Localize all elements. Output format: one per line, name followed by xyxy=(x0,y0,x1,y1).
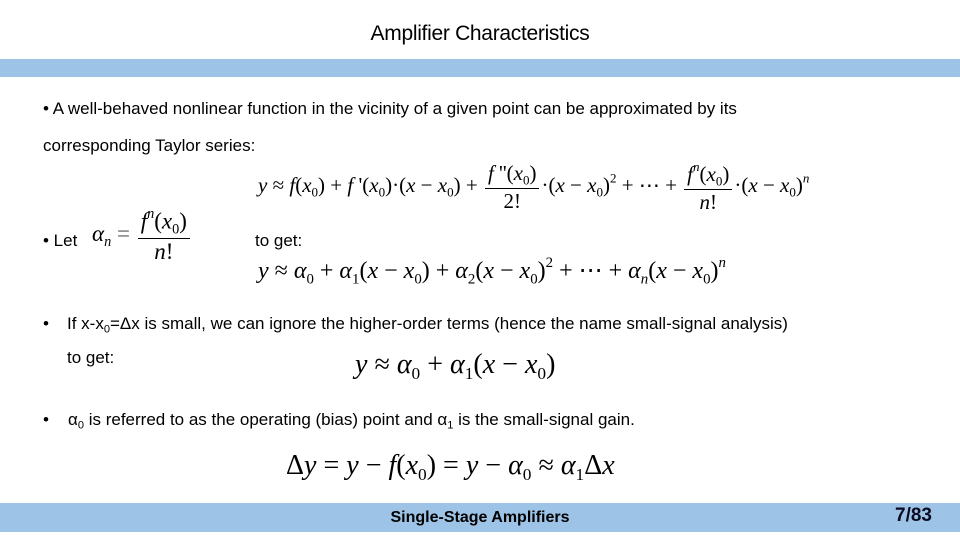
bullet-1-line-1: • A well-behaved nonlinear function in t… xyxy=(43,99,737,118)
bullet-4-end: is the small-signal gain. xyxy=(453,410,635,429)
bullet-3-line-2: to get: xyxy=(67,348,115,367)
bullet-4-marker: • xyxy=(43,410,49,429)
alpha-definition-equation: αn = fn(x0) n! xyxy=(92,206,192,266)
bullet-3-text-a: If x-x xyxy=(67,314,104,333)
page-number: 7/83 xyxy=(895,505,932,526)
slide-title: Amplifier Characteristics xyxy=(370,22,590,45)
bullet-3-text-b: =Δx is small, we can ignore the higher-o… xyxy=(110,314,788,333)
header-band xyxy=(0,59,960,77)
bullet-3-marker: • xyxy=(43,314,49,333)
alpha0-symbol: α xyxy=(68,410,78,429)
bullet-2-suffix: to get: xyxy=(255,231,303,250)
delta-equation: Δy = y − f(x0) = y − α0 ≈ α1Δx xyxy=(286,450,615,485)
bullet-4-mid: is referred to as the operating (bias) p… xyxy=(83,410,448,429)
linear-approx-equation: y ≈ α0 + α1(x − x0) xyxy=(355,349,556,384)
bullet-4-text: α0 is referred to as the operating (bias… xyxy=(68,410,635,431)
footer-title: Single-Stage Amplifiers xyxy=(390,509,570,526)
bullet-2-prefix: • Let xyxy=(43,231,78,250)
bullet-3-line-1: If x-x0=Δx is small, we can ignore the h… xyxy=(67,314,788,335)
bullet-1-line-2: corresponding Taylor series: xyxy=(43,136,256,155)
alpha-series-equation: y ≈ α0 + α1(x − x0) + α2(x − x0)2 + ⋯ + … xyxy=(258,255,726,288)
taylor-series-equation: y ≈ f(x0) + f '(x0)·(x − x0) + f ''(x0) 2… xyxy=(258,159,810,215)
